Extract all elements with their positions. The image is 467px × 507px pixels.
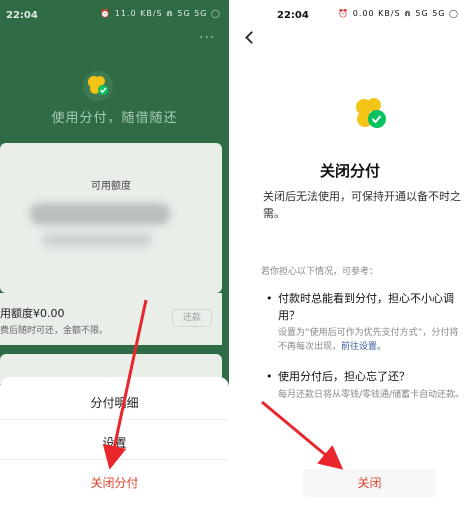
right-screen: 22:04 ⏰ 0.00 KB/S ⋒ 5G 5G ◯ 关闭分付 关闭后无法使用… [233,0,467,507]
fenfu-logo [356,98,386,128]
more-icon[interactable]: ··· [199,30,215,46]
repay-button[interactable]: 还款 [172,309,212,327]
status-icons: ⏰ 0.00 KB/S ⋒ 5G 5G ◯ [338,9,459,18]
bullet-icon: • [266,370,273,383]
question-2: 使用分付后，担心忘了还？ [278,370,410,383]
fenfu-logo [83,71,113,101]
close-button[interactable]: 关闭 [303,469,436,497]
answer-2: 每月还款日将从零钱/零钱通/储蓄卡自动还款。 [278,390,465,400]
blurred-subtext [42,233,152,247]
reference-note: 若你担心以下情况，可参考： [261,267,379,277]
status-time: 22:04 [277,10,309,21]
status-bar: 22:04 ⏰ 0.00 KB/S ⋒ 5G 5G ◯ [233,0,467,30]
status-bar: 22:04 ⏰ 11.0 KB/S ⋒ 5G 5G ◯ [0,0,229,30]
quota-card: 用额度¥0.00 费后随时可还，金额不限。 还款 [0,293,222,345]
bullet-icon: • [266,292,273,305]
status-icons: ⏰ 11.0 KB/S ⋒ 5G 5G ◯ [100,9,221,18]
status-time: 22:04 [6,10,38,21]
page-title: 关闭分付 [319,162,380,180]
divider [0,459,229,460]
answer-1: 设置为“使用后可作为优先支付方式”，分付将不再每次出现，前往设置。 [278,326,467,354]
sheet-item-details[interactable]: 分付明细 [0,394,229,411]
divider [0,419,229,420]
used-quota: 用额度¥0.00 [0,307,65,320]
available-credit-label: 可用额度 [91,181,131,192]
sheet-item-settings[interactable]: 设置 [0,434,229,451]
go-settings-link[interactable]: 前往设置。 [341,342,386,352]
left-screen: 22:04 ⏰ 11.0 KB/S ⋒ 5G 5G ◯ ··· 使用分付，随借随… [0,0,229,507]
credit-card: 可用额度 [0,143,222,293]
quota-note: 费后随时可还，金额不限。 [0,326,109,336]
question-1: 付款时总能看到分付，担心不小心调用？ [278,292,454,322]
back-icon[interactable] [245,31,258,44]
blurred-amount [30,203,170,225]
description: 关闭后无法使用，可保持开通以备不时之需。 [263,190,461,220]
sheet-item-close[interactable]: 关闭分付 [0,474,229,491]
action-sheet: 分付明细 设置 关闭分付 [0,377,229,507]
slogan: 使用分付，随借随还 [51,111,178,126]
